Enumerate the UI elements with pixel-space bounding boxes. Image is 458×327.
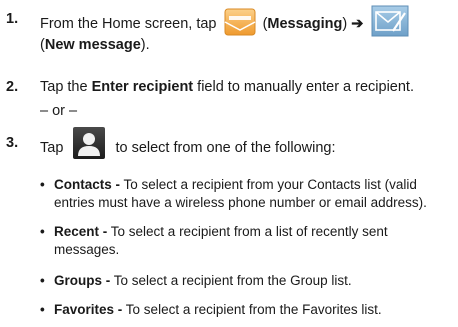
step-3: 3. Tap to select from one of the followi — [6, 126, 456, 160]
enter-recipient-label: Enter recipient — [91, 79, 194, 95]
messaging-envelope-icon — [224, 8, 256, 36]
messaging-label: Messaging — [267, 15, 343, 32]
or-separator: – or – — [40, 103, 78, 119]
list-item: • Contacts - To select a recipient from … — [40, 177, 427, 210]
step-2: 2. Tap the Enter recipient field to manu… — [6, 76, 456, 100]
step-number: 1. — [6, 11, 19, 27]
contact-person-icon — [73, 127, 106, 159]
step-number: 3. — [6, 135, 19, 151]
list-item: • Recent - To select a recipient from a … — [40, 224, 388, 257]
step-text: From the Home screen, tap — [40, 15, 217, 32]
new-message-icon — [371, 5, 409, 37]
step-1: 1. From the Home screen, tap (Messaging) — [6, 2, 456, 62]
step-number: 2. — [6, 79, 19, 95]
new-message-label: New message — [44, 37, 141, 53]
instruction-page: 1. From the Home screen, tap (Messaging) — [0, 0, 458, 327]
list-item: • Groups - To select a recipient from th… — [40, 273, 352, 288]
arrow-glyph: ➔ — [351, 15, 364, 32]
list-item: • Favorites - To select a recipient from… — [40, 302, 382, 317]
